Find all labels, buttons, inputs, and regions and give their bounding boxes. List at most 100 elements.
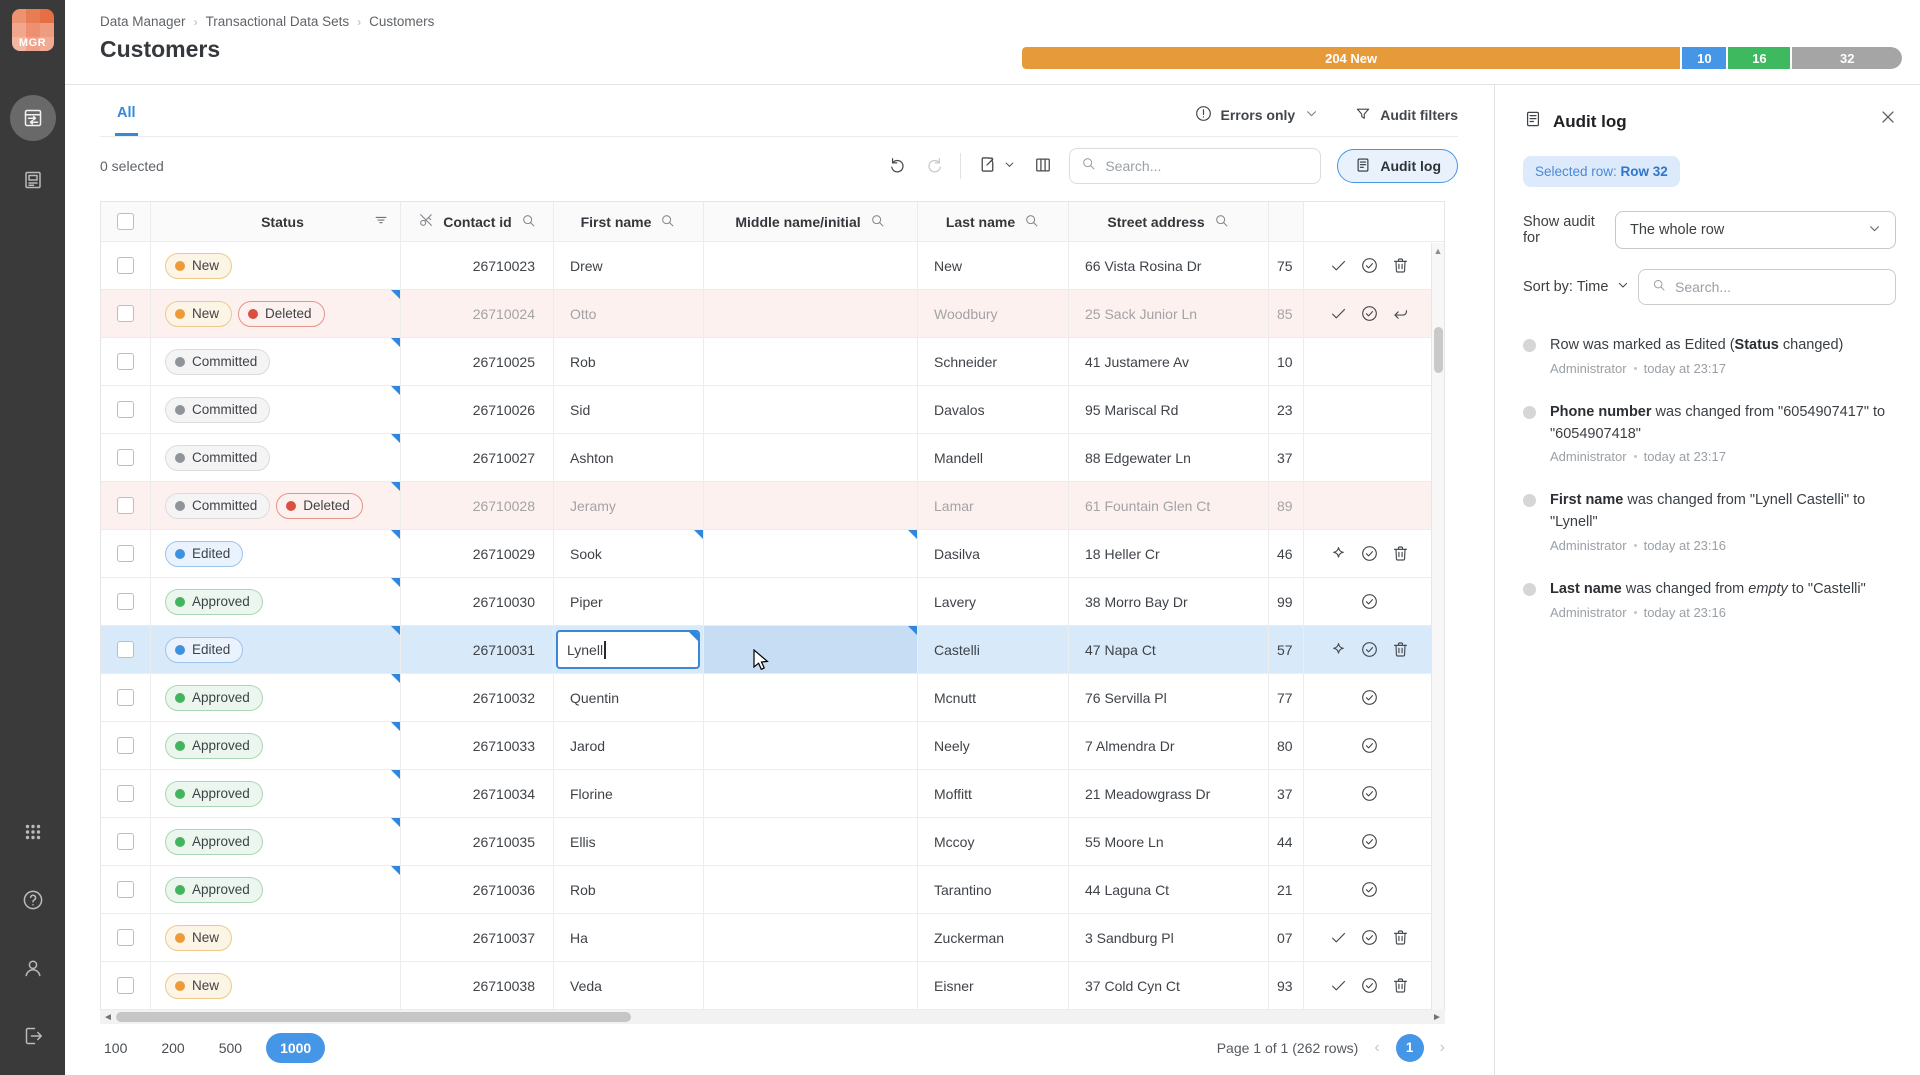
last-name-cell[interactable]: Lamar	[918, 482, 1069, 530]
page-size-200[interactable]: 200	[151, 1034, 194, 1062]
clipped-column-cell[interactable]: 44	[1269, 818, 1304, 866]
row-action-circle-check[interactable]	[1354, 640, 1385, 659]
middle-name-cell[interactable]	[704, 626, 918, 674]
middle-name-cell[interactable]	[704, 530, 918, 578]
status-cell[interactable]: New	[151, 242, 401, 290]
page-size-1000[interactable]: 1000	[266, 1033, 325, 1063]
first-name-cell[interactable]: Jeramy	[554, 482, 704, 530]
horizontal-scrollbar[interactable]: ◄ ►	[100, 1010, 1445, 1024]
row-action-circle-check[interactable]	[1354, 928, 1385, 947]
contact-id-cell[interactable]: 26710024	[401, 290, 554, 338]
select-all-checkbox[interactable]	[117, 213, 134, 230]
export-button[interactable]	[977, 154, 998, 178]
row-checkbox[interactable]	[117, 689, 134, 706]
row-checkbox[interactable]	[117, 545, 134, 562]
horizontal-scroll-thumb[interactable]	[116, 1012, 631, 1022]
circle-check-icon[interactable]	[1360, 256, 1379, 275]
search-icon[interactable]	[869, 212, 886, 229]
clipped-column-cell[interactable]: 46	[1269, 530, 1304, 578]
contact-id-cell[interactable]: 26710032	[401, 674, 554, 722]
trash-icon[interactable]	[1391, 544, 1410, 563]
circle-check-icon[interactable]	[1360, 544, 1379, 563]
close-panel-button[interactable]	[1878, 107, 1898, 130]
status-cell[interactable]: Committed	[151, 386, 401, 434]
status-cell[interactable]: CommittedDeleted	[151, 482, 401, 530]
check-icon[interactable]	[1329, 304, 1348, 323]
column-header-middle[interactable]: Middle name/initial	[704, 202, 918, 242]
audit-filters-button[interactable]: Audit filters	[1354, 105, 1458, 126]
contact-id-cell[interactable]: 26710030	[401, 578, 554, 626]
row-action-circle-check[interactable]	[1354, 592, 1385, 611]
row-checkbox[interactable]	[117, 833, 134, 850]
last-name-cell[interactable]: Castelli	[918, 626, 1069, 674]
street-address-cell[interactable]: 41 Justamere Av	[1069, 338, 1269, 386]
breadcrumb-item[interactable]: Transactional Data Sets	[206, 14, 350, 29]
street-address-cell[interactable]: 18 Heller Cr	[1069, 530, 1269, 578]
sparkle-icon[interactable]	[1329, 640, 1348, 659]
table-search-input[interactable]	[1105, 158, 1310, 174]
clipped-column-cell[interactable]: 80	[1269, 722, 1304, 770]
sidebar-item-apps-grid[interactable]	[10, 809, 56, 855]
status-cell[interactable]: Edited	[151, 626, 401, 674]
last-name-cell[interactable]: Mandell	[918, 434, 1069, 482]
sparkle-icon[interactable]	[1329, 544, 1348, 563]
last-name-cell[interactable]: Dasilva	[918, 530, 1069, 578]
first-name-cell[interactable]: Veda	[554, 962, 704, 1010]
contact-id-cell[interactable]: 26710029	[401, 530, 554, 578]
column-header-first[interactable]: First name	[554, 202, 704, 242]
audit-scope-select[interactable]: The whole row	[1615, 211, 1896, 249]
first-name-cell[interactable]: Florine	[554, 770, 704, 818]
row-action-trash[interactable]	[1385, 640, 1416, 659]
circle-check-icon[interactable]	[1360, 304, 1379, 323]
check-icon[interactable]	[1329, 256, 1348, 275]
row-action-circle-check[interactable]	[1354, 880, 1385, 899]
last-name-cell[interactable]: Neely	[918, 722, 1069, 770]
last-name-cell[interactable]: New	[918, 242, 1069, 290]
column-header-status[interactable]: Status	[151, 202, 401, 242]
prev-page-button[interactable]: ‹	[1374, 1039, 1379, 1057]
status-cell[interactable]: Committed	[151, 338, 401, 386]
first-name-cell[interactable]: Otto	[554, 290, 704, 338]
sidebar-item-logout[interactable]	[10, 1013, 56, 1059]
last-name-cell[interactable]: Mccoy	[918, 818, 1069, 866]
street-address-cell[interactable]: 25 Sack Junior Ln	[1069, 290, 1269, 338]
first-name-cell[interactable]: Ha	[554, 914, 704, 962]
clipped-column-cell[interactable]: 85	[1269, 290, 1304, 338]
contact-id-cell[interactable]: 26710038	[401, 962, 554, 1010]
clipped-column-cell[interactable]: 23	[1269, 386, 1304, 434]
street-address-cell[interactable]: 44 Laguna Ct	[1069, 866, 1269, 914]
row-action-circle-check[interactable]	[1354, 256, 1385, 275]
status-cell[interactable]: Approved	[151, 578, 401, 626]
clipped-column-cell[interactable]: 57	[1269, 626, 1304, 674]
middle-name-cell[interactable]	[704, 290, 918, 338]
street-address-cell[interactable]: 88 Edgewater Ln	[1069, 434, 1269, 482]
sort-by-control[interactable]: Sort by: Time	[1523, 277, 1631, 297]
first-name-cell[interactable]: Ellis	[554, 818, 704, 866]
street-address-cell[interactable]: 3 Sandburg Pl	[1069, 914, 1269, 962]
breadcrumb-item[interactable]: Data Manager	[100, 14, 186, 29]
row-checkbox[interactable]	[117, 785, 134, 802]
clipped-column-cell[interactable]: 37	[1269, 434, 1304, 482]
errors-only-toggle[interactable]: Errors only	[1194, 104, 1321, 126]
contact-id-cell[interactable]: 26710031	[401, 626, 554, 674]
middle-name-cell[interactable]	[704, 338, 918, 386]
middle-name-cell[interactable]	[704, 386, 918, 434]
contact-id-cell[interactable]: 26710027	[401, 434, 554, 482]
last-name-cell[interactable]: Lavery	[918, 578, 1069, 626]
clipped-column-cell[interactable]: 89	[1269, 482, 1304, 530]
street-address-cell[interactable]: 95 Mariscal Rd	[1069, 386, 1269, 434]
row-action-check[interactable]	[1323, 928, 1354, 947]
status-cell[interactable]: Approved	[151, 770, 401, 818]
contact-id-cell[interactable]: 26710033	[401, 722, 554, 770]
row-action-circle-check[interactable]	[1354, 976, 1385, 995]
contact-id-cell[interactable]: 26710025	[401, 338, 554, 386]
column-header-street[interactable]: Street address	[1069, 202, 1269, 242]
row-action-circle-check[interactable]	[1354, 784, 1385, 803]
status-cell[interactable]: Committed	[151, 434, 401, 482]
first-name-cell[interactable]: Piper	[554, 578, 704, 626]
status-cell[interactable]: Approved	[151, 866, 401, 914]
circle-check-icon[interactable]	[1360, 688, 1379, 707]
last-name-cell[interactable]: Tarantino	[918, 866, 1069, 914]
trash-icon[interactable]	[1391, 640, 1410, 659]
row-checkbox[interactable]	[117, 305, 134, 322]
